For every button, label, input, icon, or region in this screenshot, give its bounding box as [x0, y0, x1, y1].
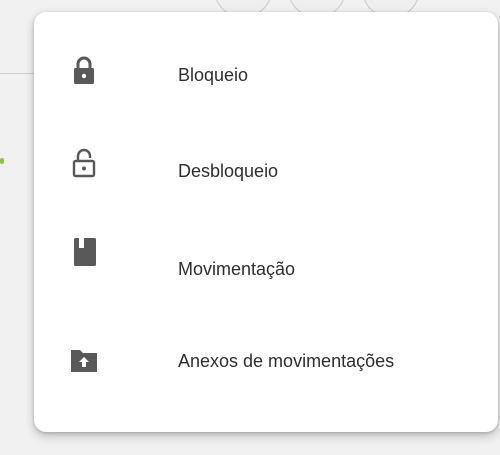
menu-item-desbloqueio[interactable]: Desbloqueio	[34, 132, 498, 212]
menu-item-label: Anexos de movimentações	[178, 351, 395, 371]
actions-dropdown-menu: Bloqueio Desbloqueio Movimentação Anexos…	[34, 12, 498, 432]
menu-item-label: Desbloqueio	[178, 161, 279, 181]
lock-icon	[68, 54, 100, 86]
menu-item-movimentacao[interactable]: Movimentação	[34, 230, 498, 310]
menu-item-anexos-de-movimentacoes[interactable]: Anexos de movimentações	[34, 324, 498, 404]
menu-item-label: Movimentação	[178, 259, 296, 279]
folder-upload-icon	[68, 344, 100, 376]
menu-item-label: Bloqueio	[178, 65, 249, 85]
background-status-marker	[0, 158, 4, 164]
menu-item-bloqueio[interactable]: Bloqueio	[34, 34, 498, 114]
lock-open-icon	[68, 146, 100, 178]
book-icon	[68, 236, 100, 268]
